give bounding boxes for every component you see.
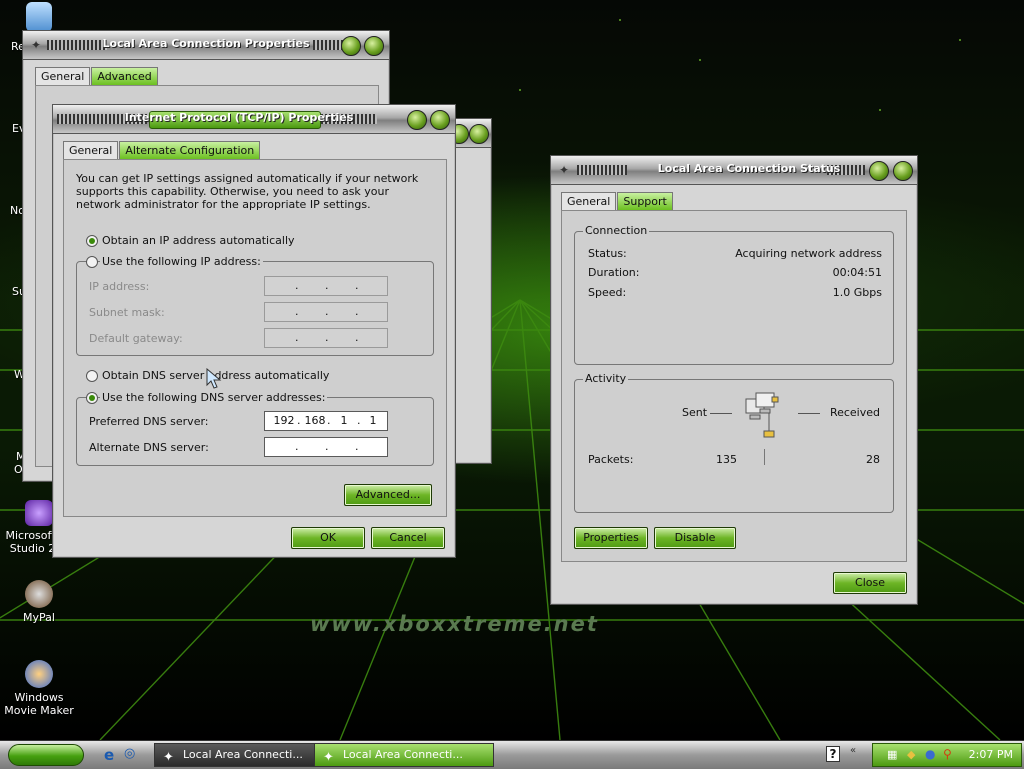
minimize-button[interactable] (341, 36, 361, 56)
close-button[interactable] (469, 124, 489, 144)
subnet-mask-field: ... (264, 302, 388, 322)
alternate-dns-field[interactable]: ... (264, 437, 388, 457)
mypal-icon (25, 580, 53, 608)
security-tray-icon[interactable]: ● (925, 747, 935, 761)
network-icon: ✦ (559, 163, 570, 177)
packets-label: Packets: (588, 453, 634, 466)
desktop-icon-label: MyPal (23, 611, 55, 624)
speed-value: 1.0 Gbps (832, 286, 882, 299)
visual-studio-icon (25, 500, 53, 526)
lac-status-window: ✦ Local Area Connection Status General Su… (550, 155, 918, 605)
alternate-dns-label: Alternate DNS server: (89, 441, 209, 454)
taskbar-item-lac-status[interactable]: ✦ Local Area Connecti... (314, 743, 494, 767)
desktop-icon-movie-maker[interactable]: Windows Movie Maker (0, 660, 78, 717)
default-gateway-field: ... (264, 328, 388, 348)
tab-general[interactable]: General (63, 141, 119, 159)
tab-general[interactable]: General (35, 67, 91, 85)
connection-group-label: Connection (583, 224, 650, 237)
system-tray: ▦ ◆ ● ⚲ 2:07 PM (872, 743, 1022, 767)
use-following-dns-radio[interactable] (86, 392, 98, 404)
network-icon: ✦ (163, 750, 174, 765)
wallpaper-watermark: www.xboxxtreme.net (310, 612, 599, 636)
obtain-ip-auto-label[interactable]: Obtain an IP address automatically (102, 234, 295, 247)
close-dialog-button[interactable]: Close (833, 572, 907, 594)
use-following-dns-label[interactable]: Use the following DNS server addresses: (100, 391, 328, 404)
start-button[interactable] (8, 744, 84, 766)
obtain-dns-auto-radio[interactable] (86, 370, 98, 382)
preferred-dns-octet-2: 168 (304, 414, 326, 427)
search-tray-icon[interactable]: ⚲ (943, 747, 952, 761)
preferred-dns-octet-3: 1 (340, 414, 348, 427)
packets-received-value: 28 (866, 453, 880, 466)
quick-launch-icon[interactable]: ◎ (124, 746, 135, 761)
tray-chevron-icon[interactable]: « (850, 745, 856, 756)
help-button[interactable] (407, 110, 427, 130)
status-label: Status: (588, 247, 627, 260)
close-button[interactable] (364, 36, 384, 56)
status-value: Acquiring network address (735, 247, 882, 260)
ok-button[interactable]: OK (291, 527, 365, 549)
volume-tray-icon[interactable]: ◆ (907, 748, 915, 761)
tcpip-properties-window: Internet Protocol (TCP/IP) Properties Ge… (52, 104, 456, 558)
tcpip-general-panel: You can get IP settings assigned automat… (63, 159, 447, 517)
window-title: Local Area Connection Properties (102, 37, 310, 50)
taskbar-item-lac-properties[interactable]: ✦ Local Area Connecti... (154, 743, 334, 767)
activity-group-label: Activity (583, 372, 629, 385)
subnet-mask-label: Subnet mask: (89, 306, 165, 319)
tab-general[interactable]: General (561, 192, 617, 210)
sent-label: Sent (682, 406, 708, 419)
desktop-icon-label: Windows Movie Maker (4, 691, 74, 717)
lac-properties-titlebar[interactable]: ✦ Local Area Connection Properties (23, 31, 389, 60)
packets-sent-value: 135 (716, 453, 737, 466)
tab-advanced[interactable]: Advanced (91, 67, 158, 85)
window-title: Internet Protocol (TCP/IP) Properties (124, 111, 354, 124)
close-button[interactable] (430, 110, 450, 130)
preferred-dns-field[interactable]: 192 . 168 . 1 . 1 (264, 411, 388, 431)
use-following-ip-label[interactable]: Use the following IP address: (100, 255, 263, 268)
network-tray-icon[interactable]: ▦ (887, 748, 897, 761)
default-gateway-label: Default gateway: (89, 332, 183, 345)
taskbar: e ◎ ✦ Local Area Connecti... ✦ Local Are… (0, 740, 1024, 769)
activity-group: Activity (574, 372, 894, 513)
disable-button[interactable]: Disable (654, 527, 736, 549)
properties-button[interactable]: Properties (574, 527, 648, 549)
preferred-dns-octet-4: 1 (369, 414, 377, 427)
desktop-icon-mypal[interactable]: MyPal (0, 580, 78, 624)
ip-address-field: ... (264, 276, 388, 296)
preferred-dns-octet-1: 192 (273, 414, 295, 427)
status-general-panel: Connection Status: Acquiring network add… (561, 210, 907, 562)
window-title: Local Area Connection Status (657, 162, 841, 175)
tab-alternate-configuration[interactable]: Alternate Configuration (119, 141, 261, 159)
preferred-dns-label: Preferred DNS server: (89, 415, 209, 428)
network-activity-icon (745, 392, 779, 438)
duration-label: Duration: (588, 266, 640, 279)
network-icon: ✦ (323, 750, 334, 765)
speed-label: Speed: (588, 286, 627, 299)
clock[interactable]: 2:07 PM (969, 748, 1013, 761)
received-label: Received (829, 406, 880, 419)
mouse-cursor-icon (206, 368, 222, 389)
use-following-ip-radio[interactable] (86, 256, 98, 268)
advanced-button[interactable]: Advanced... (344, 484, 432, 506)
intro-text: You can get IP settings assigned automat… (76, 172, 419, 211)
cancel-button[interactable]: Cancel (371, 527, 445, 549)
close-button[interactable] (893, 161, 913, 181)
ip-address-label: IP address: (89, 280, 150, 293)
internet-explorer-icon[interactable]: e (104, 746, 114, 764)
duration-value: 00:04:51 (832, 266, 882, 279)
help-button[interactable] (869, 161, 889, 181)
help-icon[interactable]: ? (826, 746, 840, 762)
tcpip-titlebar[interactable]: Internet Protocol (TCP/IP) Properties (53, 105, 455, 134)
obtain-ip-auto-radio[interactable] (86, 235, 98, 247)
movie-maker-icon (25, 660, 53, 688)
lac-status-titlebar[interactable]: ✦ Local Area Connection Status (551, 156, 917, 185)
tab-support[interactable]: Support (617, 192, 673, 210)
